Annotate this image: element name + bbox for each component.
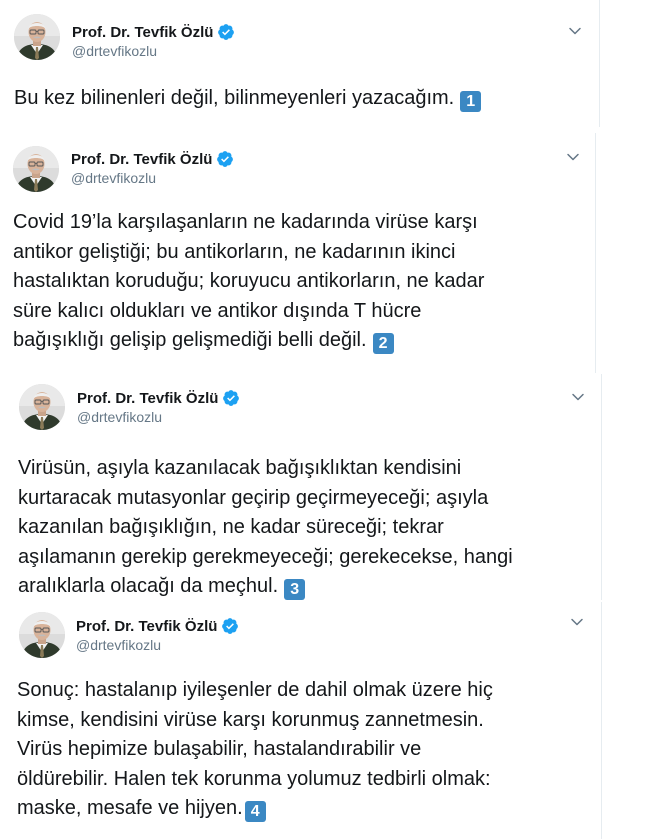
tweet-text-content: Virüsün, aşıyla kazanılacak bağışıklıkta… — [18, 457, 513, 597]
author-handle[interactable]: @drtevfikozlu — [76, 637, 161, 653]
tweet-card[interactable]: Prof. Dr. Tevfik Özlü @drtevfikozlu Bu k… — [0, 0, 600, 127]
chevron-down-icon[interactable] — [566, 150, 580, 164]
chevron-down-icon[interactable] — [568, 24, 582, 38]
tweet-card[interactable]: Prof. Dr. Tevfik Özlü @drtevfikozlu Covi… — [0, 133, 596, 373]
author-row: Prof. Dr. Tevfik Özlü — [71, 149, 234, 169]
tweet-text-content: Sonuç: hastalanıp iyileşenler de dahil o… — [17, 679, 493, 819]
tweet-text-content: Covid 19’la karşılaşanların ne kadarında… — [13, 211, 485, 351]
card-border — [601, 602, 602, 839]
author-row: Prof. Dr. Tevfik Özlü — [76, 616, 239, 636]
author-handle[interactable]: @drtevfikozlu — [71, 170, 156, 186]
tweet-text: Virüsün, aşıyla kazanılacak bağışıklıkta… — [18, 454, 598, 602]
tweet-text: Bu kez bilinenleri değil, bilinmeyenleri… — [14, 84, 594, 114]
avatar[interactable] — [14, 14, 60, 60]
keycap-number-badge: 1 — [460, 91, 482, 112]
author-handle[interactable]: @drtevfikozlu — [77, 409, 162, 425]
author-row: Prof. Dr. Tevfik Özlü — [77, 388, 240, 408]
tweet-text: Sonuç: hastalanıp iyileşenler de dahil o… — [17, 676, 599, 824]
verified-badge-icon — [222, 389, 240, 407]
avatar[interactable] — [19, 612, 65, 658]
tweet-text-content: Bu kez bilinenleri değil, bilinmeyenleri… — [14, 87, 455, 109]
card-border — [599, 0, 600, 127]
author-row: Prof. Dr. Tevfik Özlü — [72, 22, 235, 42]
author-name[interactable]: Prof. Dr. Tevfik Özlü — [71, 151, 212, 168]
verified-badge-icon — [221, 617, 239, 635]
card-border — [601, 374, 602, 600]
verified-badge-icon — [216, 150, 234, 168]
author-name[interactable]: Prof. Dr. Tevfik Özlü — [77, 390, 218, 407]
avatar[interactable] — [19, 384, 65, 430]
tweet-card[interactable]: Prof. Dr. Tevfik Özlü @drtevfikozlu Sonu… — [6, 602, 602, 839]
keycap-number-badge: 4 — [244, 801, 266, 822]
keycap-number-badge: 3 — [284, 579, 306, 600]
avatar[interactable] — [13, 146, 59, 192]
card-border — [595, 133, 596, 373]
verified-badge-icon — [217, 23, 235, 41]
chevron-down-icon[interactable] — [570, 615, 584, 629]
author-name[interactable]: Prof. Dr. Tevfik Özlü — [72, 24, 213, 41]
tweet-card[interactable]: Prof. Dr. Tevfik Özlü @drtevfikozlu Virü… — [6, 374, 602, 600]
author-name[interactable]: Prof. Dr. Tevfik Özlü — [76, 618, 217, 635]
author-handle[interactable]: @drtevfikozlu — [72, 43, 157, 59]
tweet-text: Covid 19’la karşılaşanların ne kadarında… — [13, 208, 591, 356]
keycap-number-badge: 2 — [372, 333, 394, 354]
chevron-down-icon[interactable] — [571, 390, 585, 404]
